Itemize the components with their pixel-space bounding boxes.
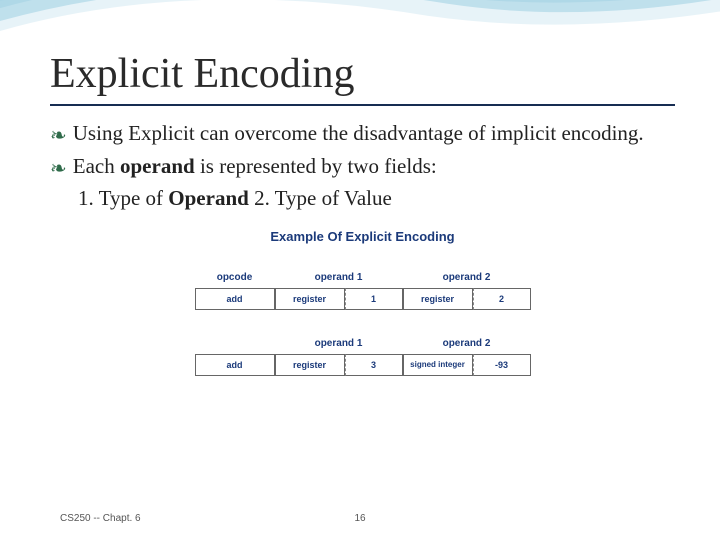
op1-type-cell: register xyxy=(275,354,345,376)
op1-val-cell: 3 xyxy=(345,354,403,376)
operand1-label: operand 1 xyxy=(315,338,363,349)
operand1-label: operand 1 xyxy=(315,272,363,283)
diagram-row-2: add operand 1 register 3 operand 2 signe… xyxy=(93,338,633,376)
op2-type-cell: register xyxy=(403,288,473,310)
operand2-label: operand 2 xyxy=(443,272,491,283)
operand2-label: operand 2 xyxy=(443,338,491,349)
op2-type-cell: signed integer xyxy=(403,354,473,376)
opcode-cell: add xyxy=(195,288,275,310)
opcode-cell: add xyxy=(195,354,275,376)
op1-val-cell: 1 xyxy=(345,288,403,310)
bullet-text: Each operand is represented by two field… xyxy=(73,153,675,180)
footer-left: CS250 -- Chapt. 6 xyxy=(60,513,141,524)
sub-line: 1. Type of Operand 2. Type of Value xyxy=(50,186,675,211)
diagram-row-1: opcode add operand 1 register 1 operand … xyxy=(93,272,633,310)
bullet-item: ❧ Using Explicit can overcome the disadv… xyxy=(50,120,675,149)
encoding-diagram: Example Of Explicit Encoding opcode add … xyxy=(93,229,633,376)
bullet-item: ❧ Each operand is represented by two fie… xyxy=(50,153,675,182)
slide-title: Explicit Encoding xyxy=(50,50,675,98)
op2-val-cell: -93 xyxy=(473,354,531,376)
op2-val-cell: 2 xyxy=(473,288,531,310)
opcode-label-empty xyxy=(233,338,236,349)
op1-type-cell: register xyxy=(275,288,345,310)
footer-page: 16 xyxy=(354,513,365,524)
bullet-icon: ❧ xyxy=(50,156,67,182)
title-underline xyxy=(50,104,675,106)
bullet-icon: ❧ xyxy=(50,123,67,149)
bullet-text: Using Explicit can overcome the disadvan… xyxy=(73,120,675,147)
diagram-title: Example Of Explicit Encoding xyxy=(93,229,633,244)
opcode-label: opcode xyxy=(217,272,253,283)
